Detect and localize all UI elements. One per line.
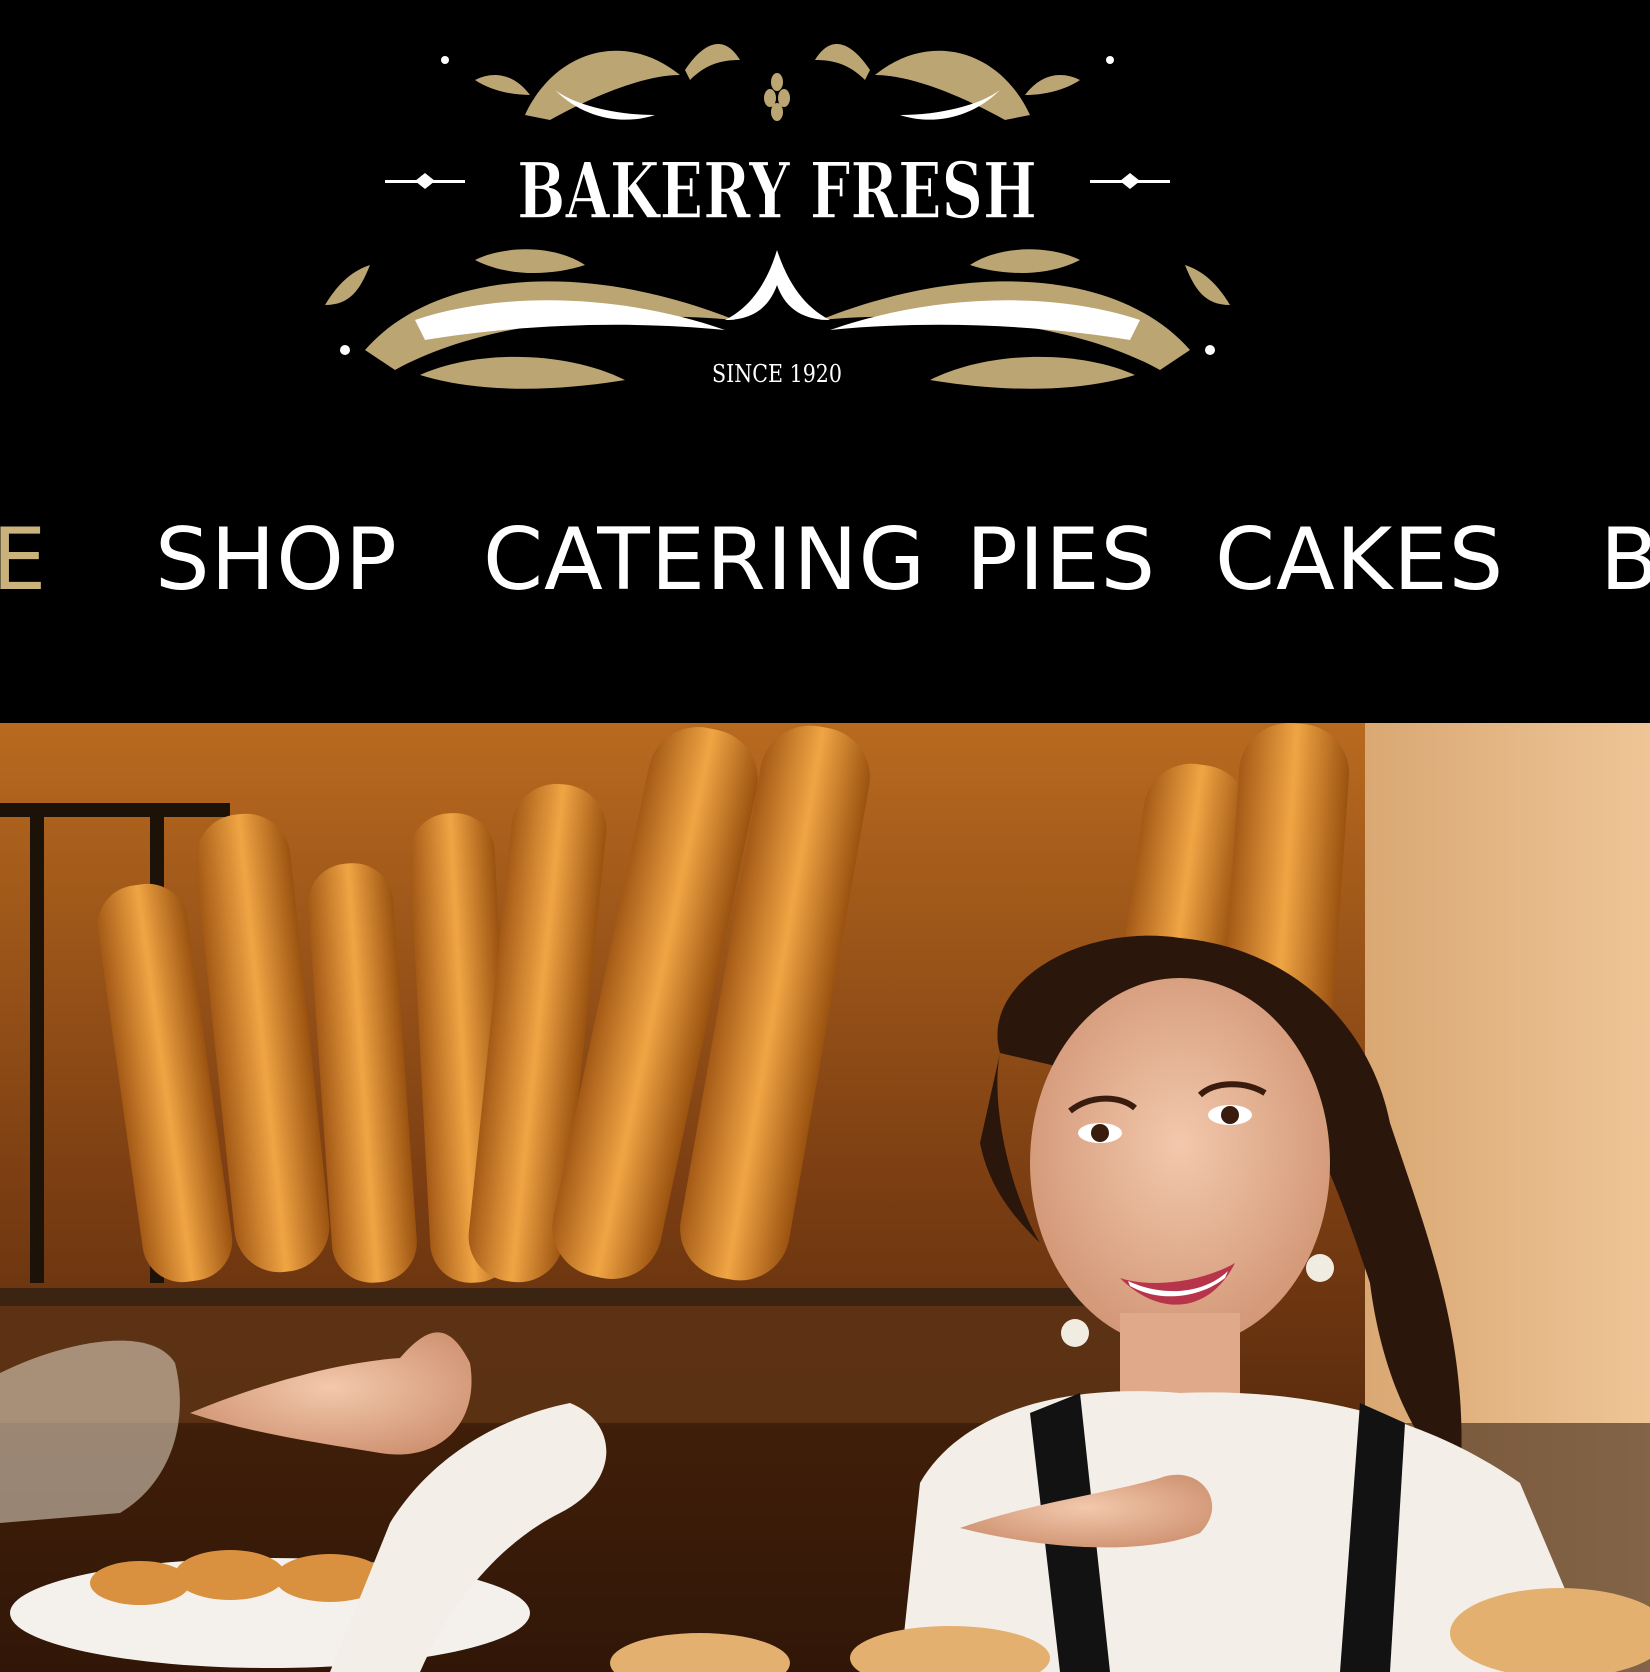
bakery-fresh-logo[interactable]: BAKERY FRESH SINCE 1920 [325, 20, 1230, 415]
nav-item-catering[interactable]: CATERING [483, 510, 926, 610]
nav-item-shop[interactable]: SHOP [155, 510, 398, 610]
hero-bakery-photo [0, 723, 1650, 1672]
nav-item-b[interactable]: B [1600, 510, 1650, 610]
site-header: BAKERY FRESH SINCE 1920 E SHOP CATERING … [0, 0, 1650, 723]
nav-item-cakes[interactable]: CAKES [1215, 510, 1504, 610]
main-nav: E SHOP CATERING PIES CAKES B [0, 480, 1650, 620]
nav-item-home[interactable]: E [0, 510, 47, 610]
logo-since-text: SINCE 1920 [712, 360, 842, 388]
logo-title-text: BAKERY FRESH [517, 146, 1037, 237]
nav-item-pies[interactable]: PIES [966, 510, 1156, 610]
